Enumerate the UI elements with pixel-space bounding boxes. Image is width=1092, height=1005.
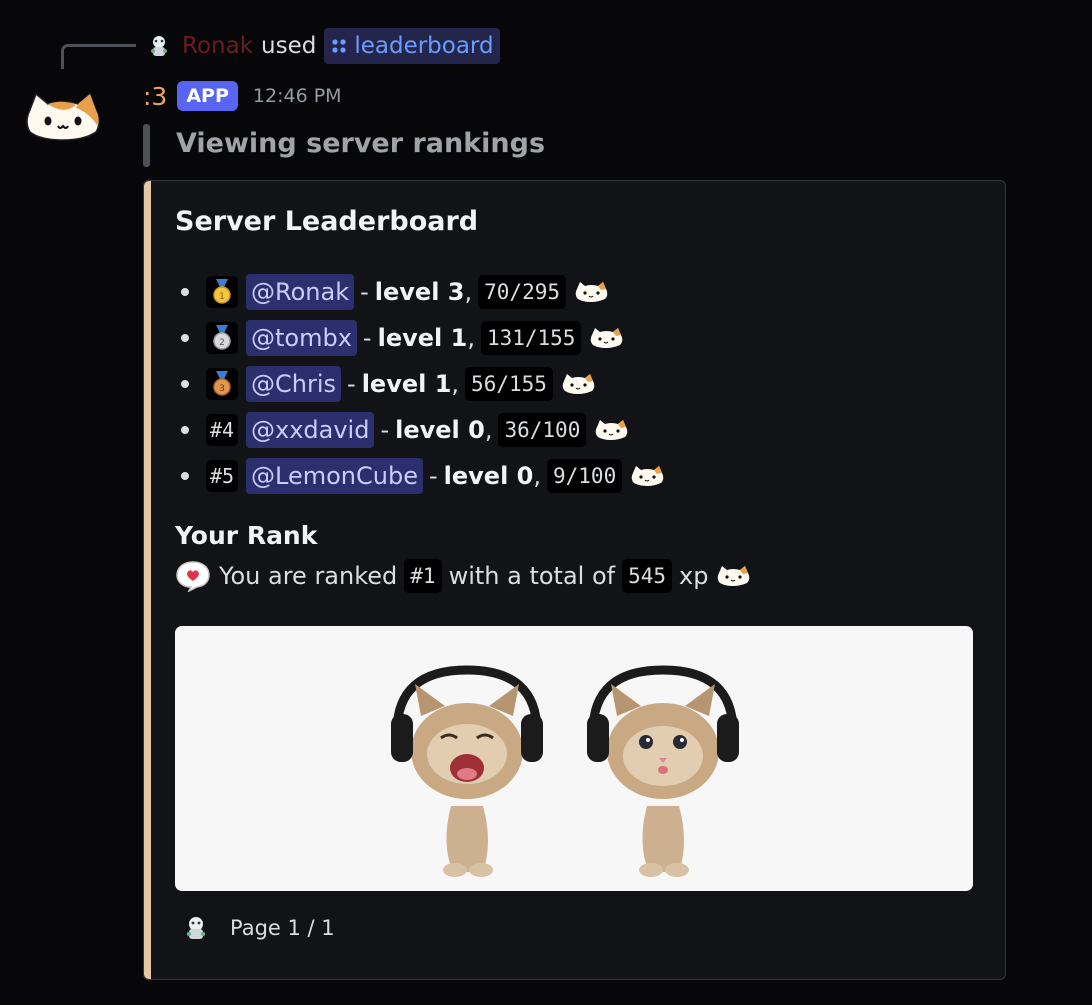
- reply-preview[interactable]: Ronak used leaderboard: [146, 28, 500, 64]
- rank-text-after: xp: [679, 562, 709, 590]
- embed-image[interactable]: [175, 626, 973, 891]
- xp-progress: 9/100: [547, 459, 623, 493]
- cat-emoji-icon: [575, 282, 608, 302]
- embed-accent-stripe: [144, 181, 151, 979]
- reply-connector: [61, 44, 136, 69]
- your-rank-heading: Your Rank: [175, 521, 318, 550]
- speech-bubble-heart-icon: [176, 561, 210, 592]
- rank-number: #5: [209, 464, 235, 488]
- replied-user-avatar[interactable]: [146, 33, 172, 59]
- your-rank-value: #1: [404, 559, 442, 593]
- command-name: leaderboard: [354, 33, 494, 59]
- xp-progress: 56/155: [465, 367, 553, 401]
- leaderboard-entry: 1 @Ronak - level 3, 70/295: [175, 269, 665, 315]
- leaderboard-entry: #5 @LemonCube - level 0, 9/100: [175, 453, 665, 499]
- xp-progress: 36/100: [498, 413, 587, 447]
- user-mention[interactable]: @LemonCube: [246, 458, 423, 494]
- separator: -: [380, 416, 390, 444]
- your-xp-total: 545: [622, 559, 673, 593]
- user-mention[interactable]: @Ronak: [246, 274, 355, 310]
- rank-chip: 1: [206, 276, 238, 308]
- rank-text-middle: with a total of: [448, 562, 616, 590]
- footer-avatar-icon: [186, 917, 206, 939]
- xp-progress: 70/295: [478, 275, 566, 309]
- app-badge: APP: [177, 81, 238, 111]
- blockquote-bar: [143, 124, 150, 167]
- bot-avatar[interactable]: [24, 88, 102, 142]
- leaderboard-embed: Server Leaderboard 1 @Ronak - level 3, 7…: [143, 180, 1006, 980]
- replied-username[interactable]: Ronak: [182, 33, 253, 59]
- level-text: level 0: [395, 416, 485, 444]
- cat-emoji-icon: [596, 420, 628, 440]
- separator: -: [347, 370, 356, 398]
- rank-text-before: You are ranked: [219, 562, 398, 590]
- reply-used-text: used: [261, 33, 317, 59]
- gold-medal-icon: 1: [213, 279, 231, 304]
- silver-medal-icon: 2: [213, 325, 231, 350]
- kittens-with-headphones-image: [391, 665, 739, 877]
- user-mention[interactable]: @tombx: [246, 320, 357, 356]
- cat-emoji-icon: [631, 466, 664, 486]
- message-header: :3 APP 12:46 PM: [143, 78, 342, 114]
- xp-progress: 131/155: [480, 321, 582, 355]
- bullet: [181, 380, 189, 388]
- your-rank-line: You are ranked #1 with a total of 545 xp: [175, 559, 751, 593]
- user-mention[interactable]: @xxdavid: [246, 412, 375, 448]
- svg-text:2: 2: [219, 338, 225, 348]
- bronze-medal-icon: 3: [213, 371, 231, 396]
- cat-emoji-icon: [591, 328, 623, 348]
- rank-chip: 3: [206, 368, 238, 400]
- comma: ,: [467, 324, 475, 352]
- cat-emoji-icon: [718, 566, 750, 586]
- leaderboard-entry: 2 @tombx - level 1, 131/155: [175, 315, 665, 361]
- rank-number: #4: [209, 418, 235, 442]
- separator: -: [362, 324, 372, 352]
- level-text: level 1: [361, 370, 452, 398]
- cat-emoji-icon: [562, 374, 595, 394]
- embed-title: Server Leaderboard: [175, 206, 479, 237]
- timestamp[interactable]: 12:46 PM: [253, 85, 342, 107]
- singing-kitten: [391, 665, 543, 877]
- level-text: level 1: [377, 324, 468, 352]
- author-name[interactable]: :3: [143, 82, 167, 111]
- slash-command-chip[interactable]: leaderboard: [324, 28, 500, 64]
- rank-chip: 2: [206, 322, 238, 354]
- bullet: [181, 426, 189, 434]
- level-text: level 0: [443, 462, 534, 490]
- leaderboard-entry: #4 @xxdavid - level 0, 36/100: [175, 407, 665, 453]
- separator: -: [360, 278, 369, 306]
- svg-text:1: 1: [219, 292, 225, 302]
- comma: ,: [464, 278, 473, 306]
- rank-chip: #5: [206, 460, 238, 492]
- bullet: [181, 288, 189, 296]
- leaderboard-entry: 3 @Chris - level 1, 56/155: [175, 361, 665, 407]
- comma: ,: [533, 462, 541, 490]
- comma: ,: [484, 416, 493, 444]
- page-indicator: Page 1 / 1: [230, 916, 335, 940]
- separator: -: [428, 462, 438, 490]
- bullet: [181, 472, 189, 480]
- bullet: [181, 334, 189, 342]
- rank-chip: #4: [206, 414, 238, 446]
- user-mention[interactable]: @Chris: [246, 366, 342, 402]
- svg-text:3: 3: [219, 384, 225, 394]
- blockquote-text: Viewing server rankings: [176, 128, 546, 159]
- level-text: level 3: [374, 278, 465, 306]
- neutral-kitten: [587, 665, 739, 877]
- comma: ,: [451, 370, 460, 398]
- leaderboard-list: 1 @Ronak - level 3, 70/295 2 @tombx - le…: [175, 269, 665, 499]
- command-icon: [332, 39, 346, 53]
- embed-footer: Page 1 / 1: [182, 913, 335, 943]
